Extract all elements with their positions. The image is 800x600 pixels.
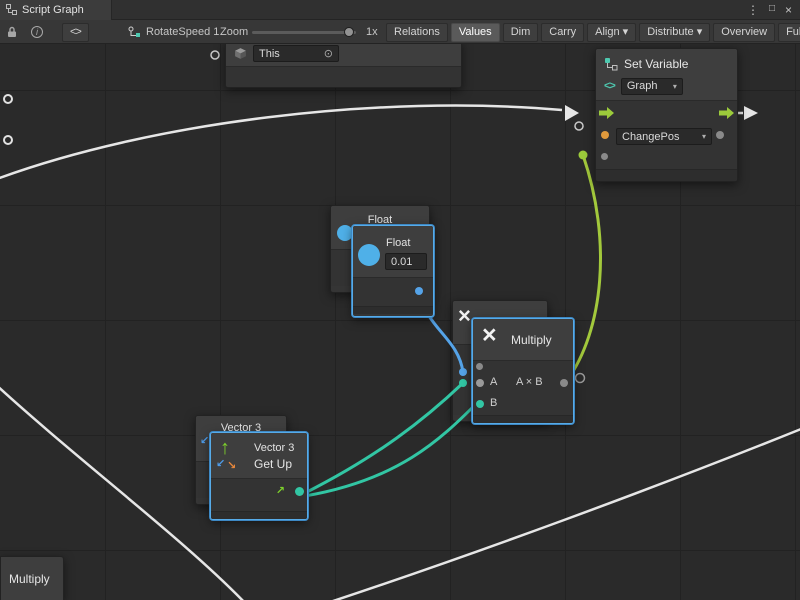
this-object-field[interactable]: This ⊙	[253, 45, 339, 62]
angle-brackets-icon: <>	[62, 23, 89, 42]
distribute-dropdown-button[interactable]: Distribute ▾	[639, 23, 710, 42]
align-dropdown-button[interactable]: Align ▾	[587, 23, 636, 42]
info-button[interactable]: i	[31, 20, 43, 44]
variable-name-dropdown[interactable]: ChangePos ▾	[616, 128, 712, 145]
set-variable-node[interactable]: Set Variable <> Graph ▾ ChangePos ▾	[595, 48, 738, 182]
maximize-icon[interactable]: □	[769, 3, 775, 17]
float-value-field[interactable]: 0.01	[385, 253, 427, 270]
multiply-node[interactable]: × Multiply A A × B B	[472, 318, 574, 424]
lock-icon	[7, 26, 17, 38]
variable-name-port[interactable]	[601, 131, 609, 139]
graph-kind-icon: <>	[604, 80, 615, 92]
cube-icon	[234, 47, 247, 60]
window-tab-bar: Script Graph ⋮ □ ×	[0, 0, 800, 20]
dim-button[interactable]: Dim	[503, 23, 539, 42]
graph-breadcrumb[interactable]: RotateSpeed 1	[128, 20, 219, 44]
float-icon	[337, 225, 353, 241]
zoom-value: 1x	[366, 20, 378, 44]
up-right-arrow-icon: ↗	[276, 486, 285, 497]
multiply-extra-port[interactable]	[476, 363, 483, 370]
corner-multiply-node[interactable]: Multiply	[0, 556, 64, 600]
vector3-get-up-node[interactable]: ↑ ↙ ↘ Vector 3 Get Up ↗	[210, 432, 308, 520]
object-picker-icon[interactable]: ⊙	[324, 47, 333, 60]
vector3-output-port[interactable]	[295, 487, 304, 496]
down-left-arrow-icon: ↙	[216, 459, 225, 470]
down-left-arrow-icon: ↙	[200, 436, 209, 447]
lock-button[interactable]	[7, 20, 17, 44]
node-title: Multiply	[511, 333, 552, 347]
float-value: 0.01	[391, 256, 412, 268]
port-label-axb: A × B	[516, 376, 543, 388]
chevron-down-icon: ▾	[698, 132, 706, 141]
close-icon[interactable]: ×	[785, 3, 792, 17]
node-title: Set Variable	[624, 57, 688, 71]
script-graph-window: Script Graph ⋮ □ × i <> RotateS	[0, 0, 800, 600]
carry-button[interactable]: Carry	[541, 23, 584, 42]
zoom-label: Zoom	[220, 20, 248, 44]
node-title: Multiply	[9, 572, 50, 586]
port-label-b: B	[490, 397, 497, 409]
flow-in-arrow-icon[interactable]	[599, 107, 614, 119]
values-button[interactable]: Values	[451, 23, 500, 42]
this-node[interactable]: This ⊙	[225, 40, 462, 88]
multiply-a-port[interactable]	[476, 379, 484, 387]
multiply-icon: ×	[482, 323, 497, 348]
fullscreen-button[interactable]: Full Screen	[778, 23, 800, 42]
node-title: Float	[386, 237, 410, 249]
down-right-arrow-icon: ↘	[227, 461, 236, 472]
graph-toolbar: i <> RotateSpeed 1 Zoom 1x Relations Val…	[0, 20, 800, 44]
code-preview-button[interactable]: <>	[62, 20, 89, 44]
variable-kind-dropdown[interactable]: Graph ▾	[621, 78, 683, 95]
graph-name: RotateSpeed 1	[146, 26, 219, 38]
tab-script-graph[interactable]: Script Graph	[0, 0, 112, 20]
multiply-icon: ×	[458, 305, 471, 327]
fallback-port[interactable]	[601, 153, 608, 160]
multiply-b-port[interactable]	[476, 400, 484, 408]
variable-out-port[interactable]	[716, 131, 724, 139]
relations-button[interactable]: Relations	[386, 23, 448, 42]
overview-button[interactable]: Overview	[713, 23, 775, 42]
port-label-a: A	[490, 376, 497, 388]
variable-name-value: ChangePos	[622, 131, 680, 143]
graph-tab-icon	[6, 4, 17, 15]
tab-title: Script Graph	[22, 4, 84, 16]
chevron-down-icon: ▾	[669, 82, 677, 91]
float-output-port[interactable]	[415, 287, 423, 295]
window-controls: ⋮ □ ×	[747, 3, 800, 17]
kebab-menu-icon[interactable]: ⋮	[747, 3, 759, 17]
variable-kind-value: Graph	[627, 80, 658, 92]
zoom-slider-knob[interactable]	[344, 27, 354, 37]
this-field-value: This	[259, 48, 280, 60]
node-title: Vector 3	[254, 442, 294, 454]
node-subtitle: Get Up	[254, 457, 292, 471]
zoom-slider-track[interactable]	[252, 31, 356, 34]
up-arrow-icon: ↑	[220, 438, 230, 458]
multiply-output-port[interactable]	[560, 379, 568, 387]
toolbar-buttons: Relations Values Dim Carry Align ▾ Distr…	[386, 20, 800, 44]
float-icon	[358, 244, 380, 266]
flow-out-arrow-icon[interactable]	[719, 107, 734, 119]
variable-icon	[604, 57, 618, 71]
float-node[interactable]: Float 0.01	[352, 225, 434, 317]
script-graph-icon	[128, 26, 141, 38]
info-icon: i	[31, 26, 43, 38]
